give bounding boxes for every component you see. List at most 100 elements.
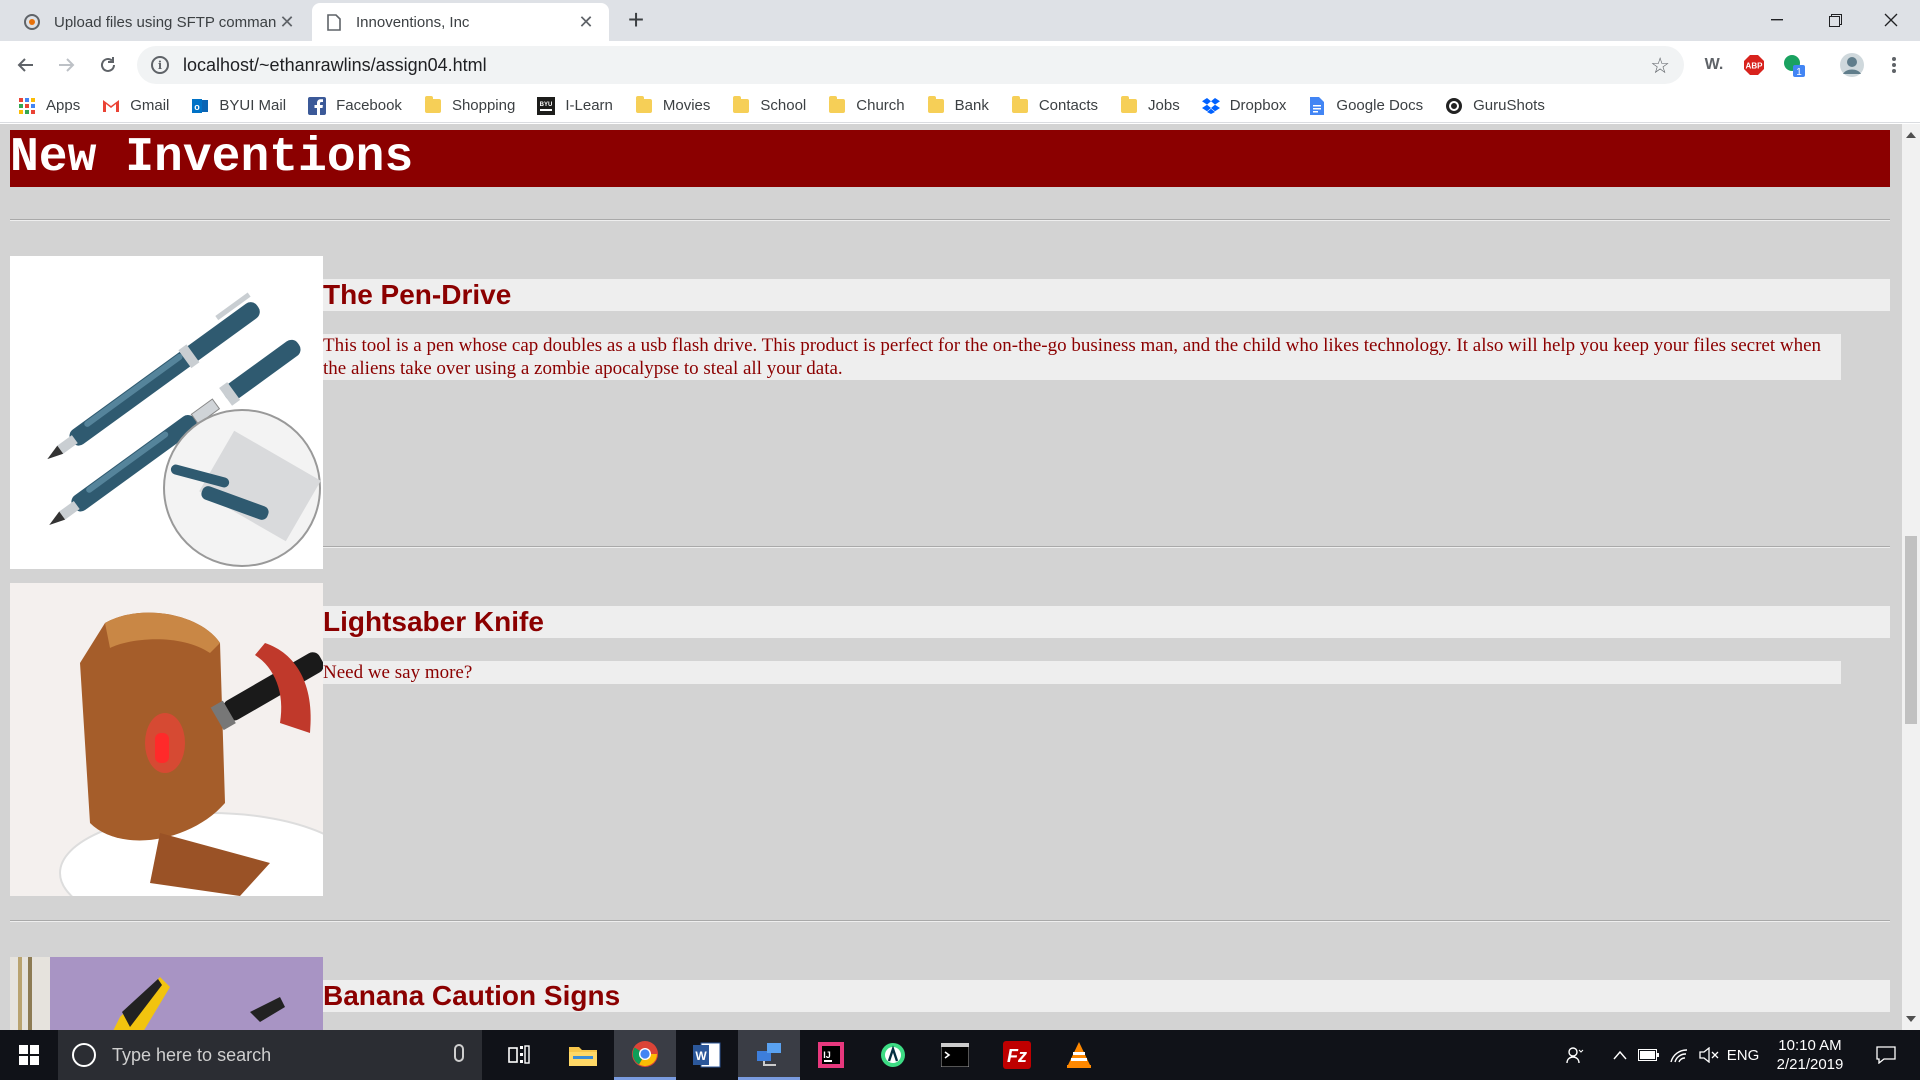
system-clock[interactable]: 10:10 AM 2/21/2019: [1760, 1036, 1860, 1074]
bookmark-label: Bank: [954, 97, 989, 114]
bookmark-dropbox[interactable]: Dropbox: [1201, 97, 1287, 115]
page-title: New Inventions: [10, 131, 414, 185]
divider: [10, 920, 1890, 922]
start-button[interactable]: [0, 1030, 58, 1080]
svg-text:BYU: BYU: [540, 102, 553, 108]
bookmark-star-icon[interactable]: ☆: [1650, 53, 1670, 79]
terminal-icon[interactable]: [924, 1030, 986, 1080]
green-extension-icon[interactable]: 1: [1780, 51, 1808, 79]
folder-icon: [927, 95, 945, 115]
people-icon[interactable]: [1560, 1030, 1590, 1080]
tab-title: Innoventions, Inc: [356, 13, 470, 31]
word-icon[interactable]: W: [676, 1030, 738, 1080]
action-center-icon[interactable]: [1866, 1030, 1906, 1080]
url-text[interactable]: localhost/~ethanrawlins/assign04.html: [183, 55, 487, 76]
scroll-thumb[interactable]: [1905, 536, 1917, 724]
bookmark-gurushots[interactable]: GuruShots: [1445, 97, 1545, 115]
close-window-button[interactable]: [1862, 0, 1920, 40]
bookmark-label: Movies: [662, 97, 711, 114]
gurushots-icon: [1445, 97, 1463, 115]
taskbar-search[interactable]: Type here to search: [58, 1030, 482, 1080]
restore-button[interactable]: [1806, 0, 1864, 40]
bookmark-folder-church[interactable]: Church: [828, 95, 905, 115]
folder-icon: [732, 95, 750, 115]
folder-icon: [828, 95, 846, 115]
page-scrollbar[interactable]: [1902, 124, 1920, 1030]
svg-text:ABP: ABP: [1746, 62, 1764, 71]
address-bar[interactable]: i localhost/~ethanrawlins/assign04.html …: [137, 46, 1684, 84]
folder-icon: [424, 95, 442, 115]
bookmark-label: Jobs: [1148, 97, 1180, 114]
forward-button[interactable]: [50, 49, 82, 81]
gmail-icon: [102, 97, 120, 115]
bookmark-label: Dropbox: [1229, 97, 1287, 114]
bookmark-folder-school[interactable]: School: [732, 95, 807, 115]
new-tab-button[interactable]: +: [622, 4, 650, 35]
task-view-icon[interactable]: [488, 1030, 550, 1080]
clock-time: 10:10 AM: [1778, 1037, 1842, 1054]
close-tab-icon[interactable]: ✕: [575, 11, 597, 33]
volume-muted-icon[interactable]: [1696, 1030, 1722, 1080]
menu-kebab-icon[interactable]: [1880, 51, 1908, 79]
bookmark-byui-mail[interactable]: o BYUI Mail: [191, 97, 286, 115]
product-description: This tool is a pen whose cap doubles as …: [323, 334, 1841, 380]
close-tab-icon[interactable]: ✕: [276, 11, 298, 33]
product-name: The Pen-Drive: [323, 279, 1890, 311]
back-button[interactable]: [10, 49, 42, 81]
outlook-icon: o: [191, 97, 209, 115]
w-extension-icon[interactable]: W.: [1700, 51, 1728, 79]
vlc-icon[interactable]: [1048, 1030, 1110, 1080]
bookmark-label: School: [760, 97, 807, 114]
tab-strip: Upload files using SFTP comman ✕ Innoven…: [0, 0, 1920, 41]
profile-avatar[interactable]: [1838, 51, 1866, 79]
android-studio-icon[interactable]: [862, 1030, 924, 1080]
reload-button[interactable]: [92, 49, 124, 81]
bookmark-folder-contacts[interactable]: Contacts: [1011, 95, 1098, 115]
bookmark-folder-jobs[interactable]: Jobs: [1120, 95, 1180, 115]
chrome-icon[interactable]: [614, 1030, 676, 1080]
language-indicator[interactable]: ENG: [1726, 1030, 1760, 1080]
pen-drive-photo: [10, 256, 323, 569]
bookmark-i-learn[interactable]: BYU I-Learn: [537, 96, 613, 115]
svg-text:o: o: [195, 102, 201, 112]
folder-icon: [1120, 95, 1138, 115]
divider: [323, 546, 1890, 548]
show-hidden-icons-chevron-icon[interactable]: [1608, 1030, 1632, 1080]
bookmark-folder-bank[interactable]: Bank: [927, 95, 989, 115]
bookmark-gmail[interactable]: Gmail: [102, 97, 169, 115]
scroll-up-arrow-icon[interactable]: [1906, 132, 1916, 138]
bookmark-label: Facebook: [336, 97, 402, 114]
windows-taskbar: Type here to search W IJ Fz ENG 10:10 AM…: [0, 1030, 1920, 1080]
page-viewport: New Inventions The Pen-Drive This tool i…: [0, 124, 1902, 1030]
wifi-icon[interactable]: [1666, 1030, 1692, 1080]
bookmark-facebook[interactable]: Facebook: [308, 96, 402, 115]
network-app-icon[interactable]: [738, 1030, 800, 1080]
battery-icon[interactable]: [1636, 1030, 1662, 1080]
adblock-plus-icon[interactable]: ABP: [1740, 51, 1768, 79]
bookmark-folder-shopping[interactable]: Shopping: [424, 95, 516, 115]
bookmark-google-docs[interactable]: Google Docs: [1308, 96, 1423, 115]
tab-sftp[interactable]: Upload files using SFTP comman ✕: [10, 3, 310, 41]
dropbox-icon: [1201, 97, 1220, 115]
bookmark-label: Shopping: [451, 97, 516, 114]
product-name: Lightsaber Knife: [323, 606, 1890, 638]
intellij-icon[interactable]: IJ: [800, 1030, 862, 1080]
tab-innoventions[interactable]: Innoventions, Inc ✕: [312, 3, 609, 41]
google-docs-icon: [1308, 96, 1326, 115]
product-name: Banana Caution Signs: [323, 980, 1890, 1012]
file-explorer-icon[interactable]: [552, 1030, 614, 1080]
lightsaber-knife-photo: [10, 583, 323, 896]
filezilla-icon[interactable]: Fz: [986, 1030, 1048, 1080]
svg-text:W: W: [695, 1049, 707, 1063]
bookmark-label: Apps: [46, 97, 81, 114]
browser-toolbar: i localhost/~ethanrawlins/assign04.html …: [0, 41, 1920, 89]
scroll-down-arrow-icon[interactable]: [1906, 1016, 1916, 1022]
info-icon[interactable]: i: [151, 56, 169, 74]
bookmark-apps[interactable]: Apps: [18, 97, 80, 115]
minimize-button[interactable]: [1748, 0, 1806, 40]
svg-text:IJ: IJ: [823, 1050, 831, 1060]
microphone-icon[interactable]: [454, 1044, 464, 1062]
bookmark-label: GuruShots: [1473, 97, 1545, 114]
bookmark-folder-movies[interactable]: Movies: [635, 95, 711, 115]
windows-logo-icon: [19, 1045, 39, 1065]
